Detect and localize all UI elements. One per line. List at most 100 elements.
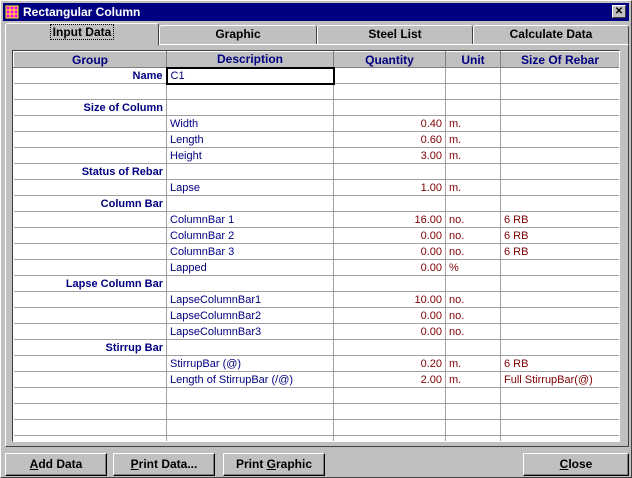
grid-cell-description[interactable] bbox=[166, 403, 334, 420]
table-row[interactable]: ColumnBar 2 0.00 no. 6 RB bbox=[13, 227, 619, 244]
grid-cell-quantity[interactable] bbox=[333, 67, 446, 84]
grid-cell-quantity[interactable]: 10.00 bbox=[333, 291, 446, 308]
grid-cell-quantity[interactable] bbox=[333, 419, 446, 436]
grid-cell-quantity[interactable] bbox=[333, 339, 446, 356]
grid-cell-unit[interactable] bbox=[445, 99, 501, 116]
grid-cell-group[interactable] bbox=[13, 307, 167, 324]
tab-calculate-data[interactable]: Calculate Data bbox=[473, 25, 629, 44]
grid-cell-group[interactable]: Name bbox=[13, 67, 167, 84]
grid-cell-description[interactable] bbox=[166, 435, 334, 441]
grid-cell-group[interactable]: Stirrup Bar bbox=[13, 339, 167, 356]
grid-cell-quantity[interactable] bbox=[333, 163, 446, 180]
grid-cell-group[interactable] bbox=[13, 355, 167, 372]
grid-cell-unit[interactable]: m. bbox=[445, 147, 501, 164]
grid-cell-unit[interactable] bbox=[445, 403, 501, 420]
column-header-quantity[interactable]: Quantity bbox=[333, 51, 446, 68]
grid-cell-quantity[interactable]: 0.00 bbox=[333, 227, 446, 244]
grid-cell-unit[interactable] bbox=[445, 195, 501, 212]
grid-cell-quantity[interactable] bbox=[333, 83, 446, 100]
grid-cell-description[interactable]: LapseColumnBar2 bbox=[166, 307, 334, 324]
grid-cell-unit[interactable]: m. bbox=[445, 355, 501, 372]
grid-cell-unit[interactable] bbox=[445, 435, 501, 441]
grid-cell-group[interactable] bbox=[13, 419, 167, 436]
table-row[interactable]: LapseColumnBar2 0.00 no. bbox=[13, 307, 619, 324]
table-row[interactable]: LapseColumnBar3 0.00 no. bbox=[13, 323, 619, 340]
grid-cell-description[interactable]: Width bbox=[166, 115, 334, 132]
tab-input-data[interactable]: Input Data bbox=[5, 23, 159, 45]
grid-cell-description[interactable]: LapseColumnBar1 bbox=[166, 291, 334, 308]
grid-cell-quantity[interactable]: 0.20 bbox=[333, 355, 446, 372]
grid-cell-description[interactable] bbox=[166, 339, 334, 356]
grid-cell-size-of-rebar[interactable] bbox=[500, 435, 619, 441]
grid-cell-quantity[interactable]: 0.00 bbox=[333, 243, 446, 260]
table-row[interactable]: Size of Column bbox=[13, 99, 619, 116]
grid-cell-size-of-rebar[interactable] bbox=[500, 275, 619, 292]
grid-cell-size-of-rebar[interactable] bbox=[500, 259, 619, 276]
table-row[interactable]: ColumnBar 1 16.00 no. 6 RB bbox=[13, 211, 619, 228]
grid-cell-size-of-rebar[interactable]: Full StirrupBar(@) bbox=[500, 371, 619, 388]
grid-cell-group[interactable] bbox=[13, 259, 167, 276]
grid-cell-unit[interactable]: no. bbox=[445, 307, 501, 324]
grid-cell-description[interactable] bbox=[166, 195, 334, 212]
grid-cell-unit[interactable]: m. bbox=[445, 179, 501, 196]
grid-cell-description[interactable]: Lapse bbox=[166, 179, 334, 196]
grid-cell-size-of-rebar[interactable] bbox=[500, 339, 619, 356]
grid-cell-size-of-rebar[interactable]: 6 RB bbox=[500, 227, 619, 244]
grid-cell-group[interactable] bbox=[13, 243, 167, 260]
grid-cell-unit[interactable] bbox=[445, 387, 501, 404]
grid-cell-unit[interactable]: no. bbox=[445, 243, 501, 260]
table-row[interactable]: LapseColumnBar1 10.00 no. bbox=[13, 291, 619, 308]
table-row[interactable] bbox=[13, 83, 619, 100]
table-row[interactable]: ColumnBar 3 0.00 no. 6 RB bbox=[13, 243, 619, 260]
grid-cell-unit[interactable]: m. bbox=[445, 371, 501, 388]
grid-cell-unit[interactable] bbox=[445, 275, 501, 292]
grid-cell-description[interactable] bbox=[166, 275, 334, 292]
grid-cell-quantity[interactable]: 0.40 bbox=[333, 115, 446, 132]
grid-cell-group[interactable] bbox=[13, 291, 167, 308]
grid-cell-description[interactable]: Length bbox=[166, 131, 334, 148]
column-header-size-of-rebar[interactable]: Size Of Rebar bbox=[500, 51, 619, 68]
grid-cell-size-of-rebar[interactable] bbox=[500, 403, 619, 420]
grid-cell-size-of-rebar[interactable] bbox=[500, 99, 619, 116]
grid-cell-size-of-rebar[interactable] bbox=[500, 291, 619, 308]
table-row[interactable] bbox=[13, 403, 619, 420]
grid-cell-size-of-rebar[interactable] bbox=[500, 147, 619, 164]
grid-cell-size-of-rebar[interactable] bbox=[500, 163, 619, 180]
grid-cell-description[interactable]: LapseColumnBar3 bbox=[166, 323, 334, 340]
grid-cell-unit[interactable] bbox=[445, 163, 501, 180]
grid-cell-quantity[interactable] bbox=[333, 435, 446, 441]
grid-cell-group[interactable] bbox=[13, 83, 167, 100]
grid-cell-description[interactable]: ColumnBar 3 bbox=[166, 243, 334, 260]
table-row[interactable] bbox=[13, 387, 619, 404]
grid-cell-unit[interactable]: no. bbox=[445, 323, 501, 340]
print-data-button[interactable]: Print Data... bbox=[113, 453, 215, 476]
close-button[interactable]: Close bbox=[523, 453, 629, 476]
grid-cell-unit[interactable]: % bbox=[445, 259, 501, 276]
grid-cell-unit[interactable]: m. bbox=[445, 131, 501, 148]
grid-cell-group[interactable] bbox=[13, 371, 167, 388]
grid-cell-unit[interactable]: m. bbox=[445, 115, 501, 132]
grid-cell-quantity[interactable]: 2.00 bbox=[333, 371, 446, 388]
grid-cell-size-of-rebar[interactable] bbox=[500, 67, 619, 84]
table-row[interactable]: Length of StirrupBar (/@) 2.00 m. Full Stir… bbox=[13, 371, 619, 388]
grid-cell-size-of-rebar[interactable]: 6 RB bbox=[500, 243, 619, 260]
grid-cell-quantity[interactable]: 1.00 bbox=[333, 179, 446, 196]
table-row[interactable]: Lapse 1.00 m. bbox=[13, 179, 619, 196]
grid-cell-quantity[interactable] bbox=[333, 275, 446, 292]
grid-cell-group[interactable] bbox=[13, 387, 167, 404]
grid-cell-size-of-rebar[interactable] bbox=[500, 115, 619, 132]
grid-cell-unit[interactable] bbox=[445, 67, 501, 84]
tab-graphic[interactable]: Graphic bbox=[159, 25, 317, 44]
table-row[interactable]: Status of Rebar bbox=[13, 163, 619, 180]
grid-cell-unit[interactable]: no. bbox=[445, 211, 501, 228]
table-row[interactable]: Stirrup Bar bbox=[13, 339, 619, 356]
table-row[interactable]: Column Bar bbox=[13, 195, 619, 212]
grid-cell-quantity[interactable] bbox=[333, 403, 446, 420]
grid-cell-description[interactable] bbox=[166, 99, 334, 116]
grid-cell-description[interactable] bbox=[166, 163, 334, 180]
grid-cell-description[interactable]: StirrupBar (@) bbox=[166, 355, 334, 372]
grid-cell-description[interactable]: Height bbox=[166, 147, 334, 164]
grid-cell-size-of-rebar[interactable] bbox=[500, 195, 619, 212]
grid-cell-description[interactable] bbox=[166, 387, 334, 404]
column-header-unit[interactable]: Unit bbox=[445, 51, 501, 68]
